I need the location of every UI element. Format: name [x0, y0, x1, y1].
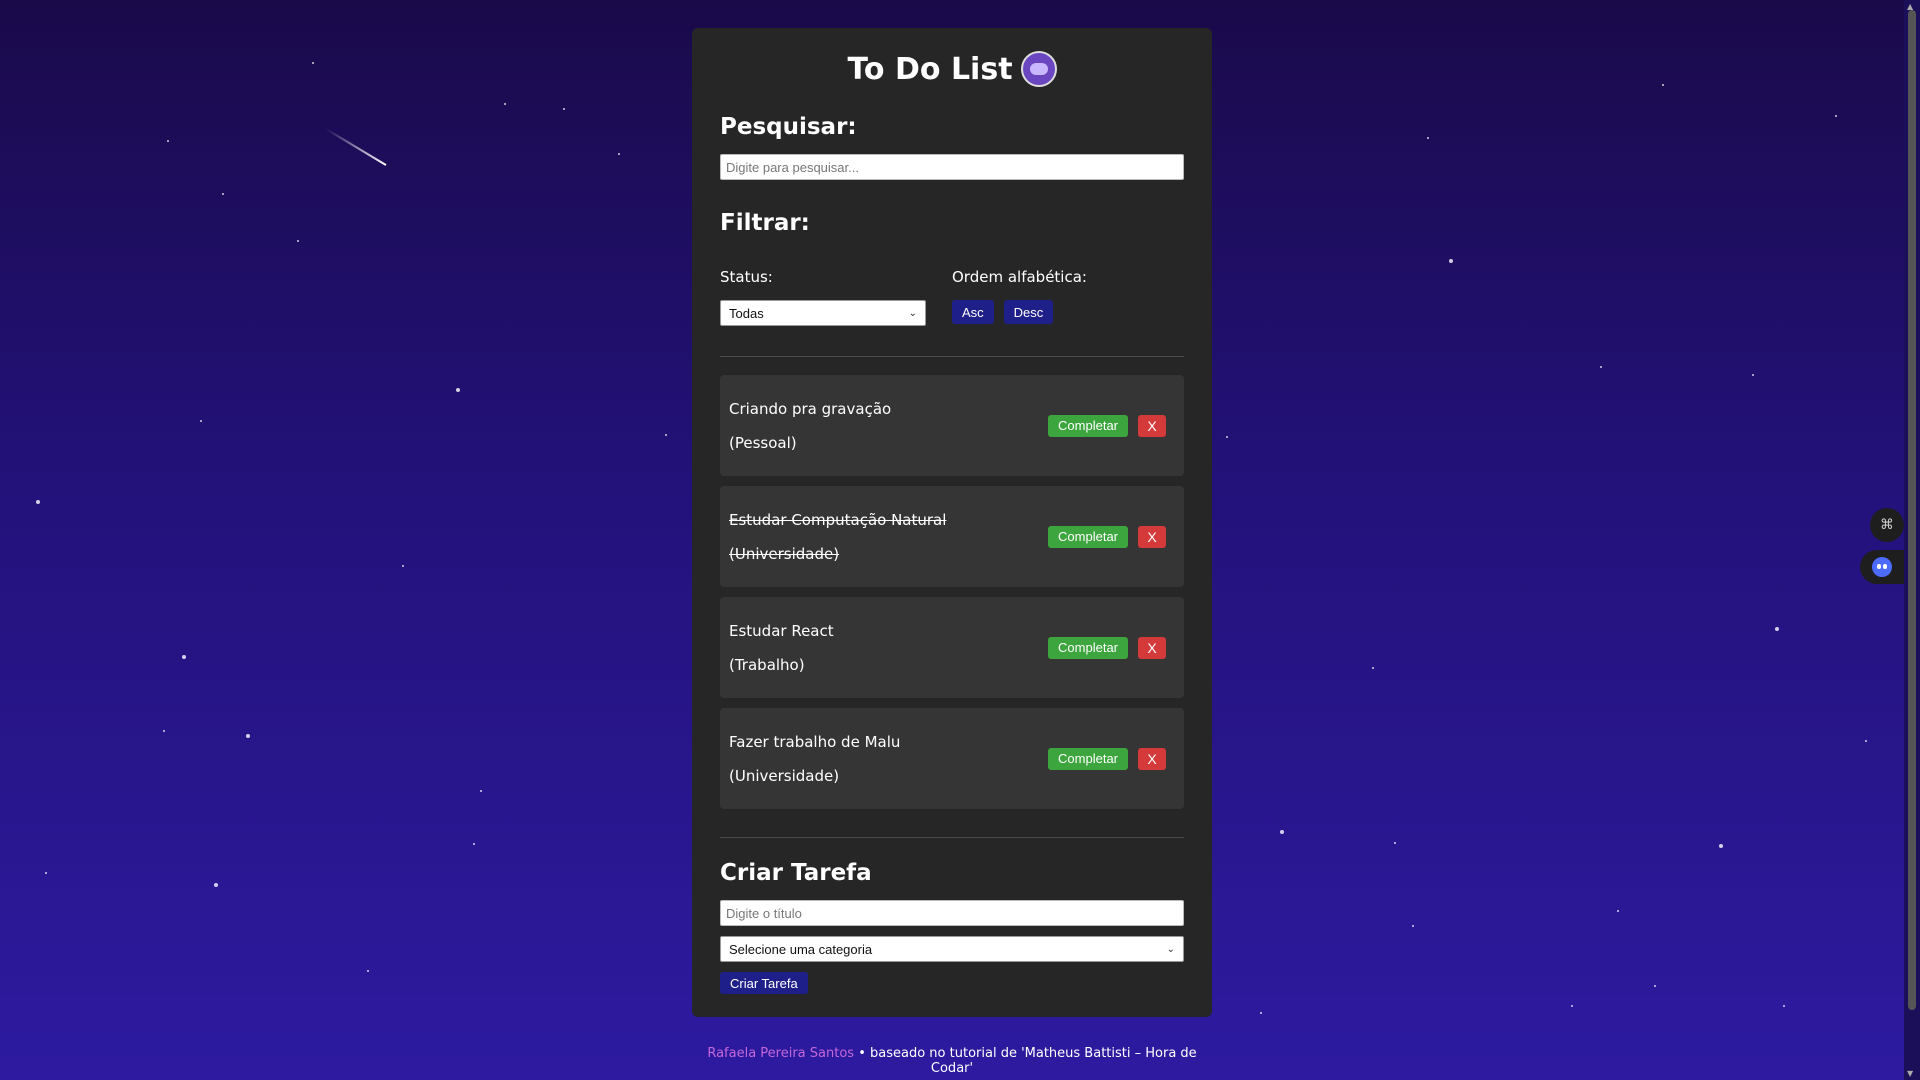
filter-heading: Filtrar:: [720, 210, 810, 236]
remove-button[interactable]: X: [1138, 525, 1166, 548]
create-task-button[interactable]: Criar Tarefa: [720, 972, 808, 994]
complete-button[interactable]: Completar: [1048, 747, 1128, 770]
chevron-down-icon: ⌄: [1166, 943, 1175, 955]
filter-controls: Status: Todas ⌄ Ordem alfabética: Asc De…: [720, 268, 1184, 326]
grid-icon[interactable]: ⌘: [1870, 508, 1904, 542]
todo-title: Criando pra gravação: [729, 399, 892, 418]
todo-category: (Pessoal): [729, 433, 797, 452]
category-select[interactable]: Selecione uma categoria ⌄: [720, 936, 1184, 962]
category-select-value: Selecione uma categoria: [729, 941, 873, 957]
todo-item-completed: Estudar Computação Natural (Universidade…: [720, 486, 1184, 587]
footer-credit: baseado no tutorial de 'Matheus Battisti…: [870, 1046, 1197, 1076]
todo-category: (Universidade): [729, 544, 840, 563]
todo-item: Criando pra gravação (Pessoal) Completar…: [720, 375, 1184, 476]
app-title: To Do List: [847, 51, 1013, 87]
scroll-down-icon[interactable]: ▼: [1907, 1069, 1913, 1078]
ghost-logo-icon: [1020, 51, 1057, 87]
todo-item: Estudar React (Trabalho) Completar X: [720, 597, 1184, 698]
app-header: To Do List: [720, 46, 1184, 92]
footer: Rafaela Pereira Santos • baseado no tuto…: [692, 1046, 1212, 1076]
todo-app-card: To Do List Pesquisar: Digite para pesqui…: [692, 28, 1212, 1017]
status-label: Status:: [720, 268, 773, 286]
author-link[interactable]: Rafaela Pereira Santos: [707, 1046, 854, 1061]
status-select-value: Todas: [729, 305, 764, 321]
remove-button[interactable]: X: [1138, 414, 1166, 437]
order-label: Ordem alfabética:: [952, 268, 1087, 286]
search-heading: Pesquisar:: [720, 114, 857, 140]
complete-button[interactable]: Completar: [1048, 636, 1128, 659]
todo-list: Criando pra gravação (Pessoal) Completar…: [720, 375, 1184, 809]
remove-button[interactable]: X: [1138, 747, 1166, 770]
sort-desc-button[interactable]: Desc: [1003, 300, 1054, 324]
divider: [720, 837, 1184, 838]
todo-title: Estudar React: [729, 621, 834, 640]
search-input[interactable]: Digite para pesquisar...: [720, 154, 1184, 180]
side-dock: ⌘: [1856, 508, 1904, 590]
remove-button[interactable]: X: [1138, 636, 1166, 659]
sort-asc-button[interactable]: Asc: [952, 300, 994, 324]
task-title-input[interactable]: Digite o título: [720, 900, 1184, 926]
todo-category: (Universidade): [729, 766, 840, 785]
chevron-down-icon: ⌄: [908, 307, 917, 319]
ghost-icon[interactable]: [1860, 550, 1904, 584]
create-heading: Criar Tarefa: [720, 860, 872, 886]
scrollbar[interactable]: ▲ ▼: [1904, 0, 1920, 1080]
divider: [720, 356, 1184, 357]
complete-button[interactable]: Completar: [1048, 414, 1128, 437]
footer-separator: •: [858, 1046, 866, 1061]
todo-item: Fazer trabalho de Malu (Universidade) Co…: [720, 708, 1184, 809]
order-filter: Ordem alfabética: Asc Desc: [952, 268, 1184, 326]
todo-title: Fazer trabalho de Malu: [729, 732, 901, 751]
status-select[interactable]: Todas ⌄: [720, 300, 926, 326]
complete-button[interactable]: Completar: [1048, 525, 1128, 548]
scroll-thumb[interactable]: [1908, 10, 1916, 1010]
status-filter: Status: Todas ⌄: [720, 268, 952, 326]
shooting-star: [325, 128, 387, 166]
todo-title: Estudar Computação Natural: [729, 510, 947, 529]
todo-category: (Trabalho): [729, 655, 805, 674]
